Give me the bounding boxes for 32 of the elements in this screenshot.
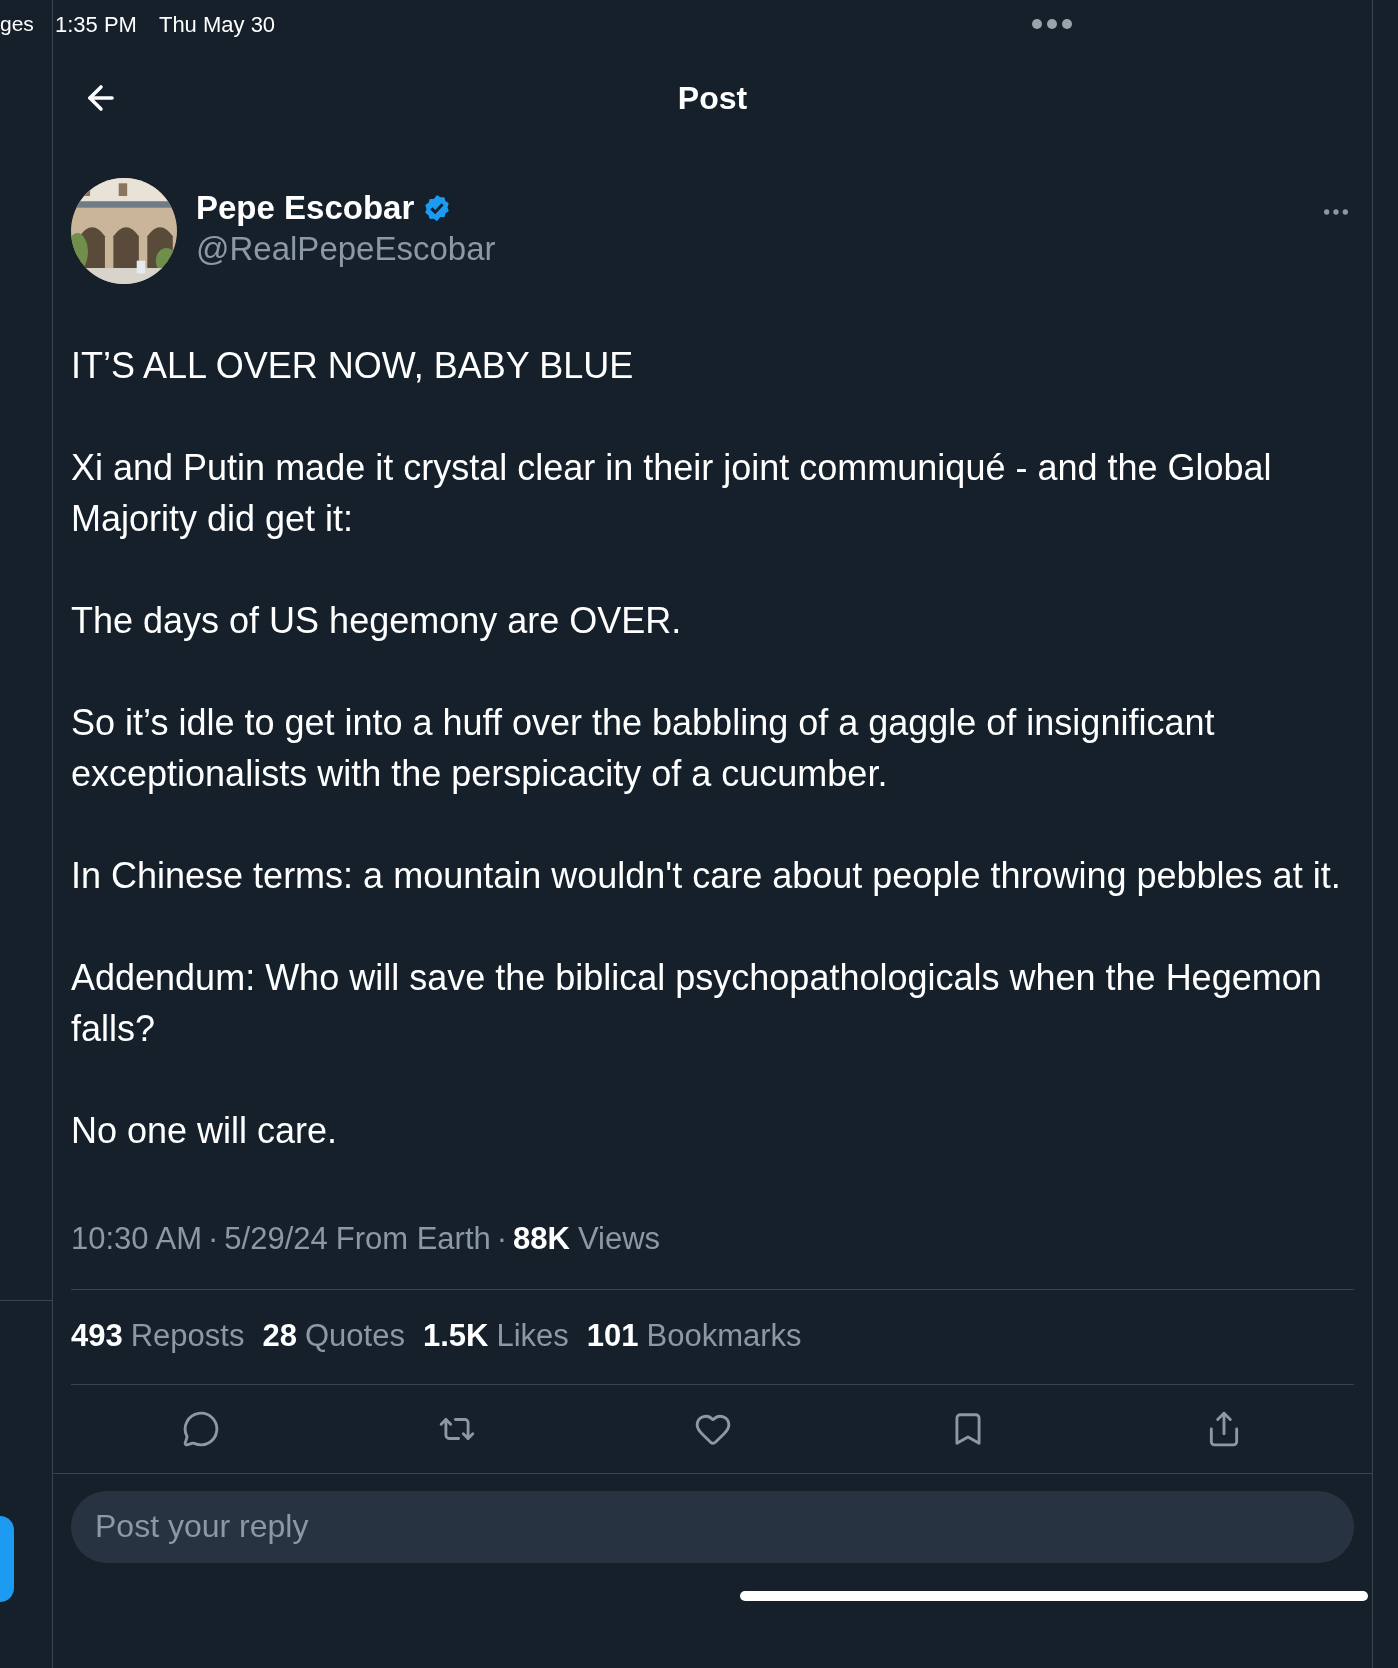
stat-label[interactable]: Reposts [130,1313,245,1360]
author-handle[interactable]: @RealPepeEscobar [196,228,496,270]
stat-count[interactable]: 101 [586,1313,639,1360]
status-time: 1:35 PM [55,10,137,39]
floating-button[interactable] [0,1516,14,1602]
multitask-dots-icon[interactable] [1032,19,1072,29]
post-paragraph: In Chinese terms: a mountain wouldn't care about people throwing pebbles at it. [71,854,1342,898]
stat-count[interactable]: 1.5K [422,1313,489,1360]
stat-label[interactable]: Bookmarks [646,1313,802,1360]
status-date: Thu May 30 [158,10,276,39]
status-app-name: ges [0,11,34,38]
post-source: From Earth [335,1220,491,1258]
stat-count[interactable]: 28 [262,1313,297,1360]
post-time: 10:30 AM [71,1220,202,1258]
post-paragraph: The days of US hegemony are OVER. [71,599,683,643]
post-paragraph: Xi and Putin made it crystal clear in their joint communiqué - and the Global Majority did get it: [71,446,1273,541]
separator-dot: · [208,1220,219,1258]
reply-field[interactable]: Post your reply [71,1490,1354,1563]
post-date: 5/29/24 [224,1220,328,1258]
views-label: Views [578,1220,661,1258]
post-paragraph: IT’S ALL OVER NOW, BABY BLUE [71,344,635,388]
stat-label[interactable]: Quotes [304,1313,405,1360]
comment-icon [182,1409,220,1448]
page-title: Post [677,79,748,118]
post-paragraph: Addendum: Who will save the biblical psychopathologicals when the Hegemon falls? [71,956,1323,1051]
post-paragraph: So it’s idle to get into a huff over the babbling of a gaggle of insignificant exceptionalists with the perspicacity of a cucumber. [71,701,1216,796]
stat-label[interactable]: Likes [496,1313,569,1360]
stat-count[interactable]: 493 [71,1313,123,1360]
views-count: 88K [513,1220,570,1258]
separator-dot: · [496,1220,508,1258]
post-paragraph: No one will care. [71,1109,339,1153]
author-name[interactable]: Pepe Escobar [196,188,415,228]
